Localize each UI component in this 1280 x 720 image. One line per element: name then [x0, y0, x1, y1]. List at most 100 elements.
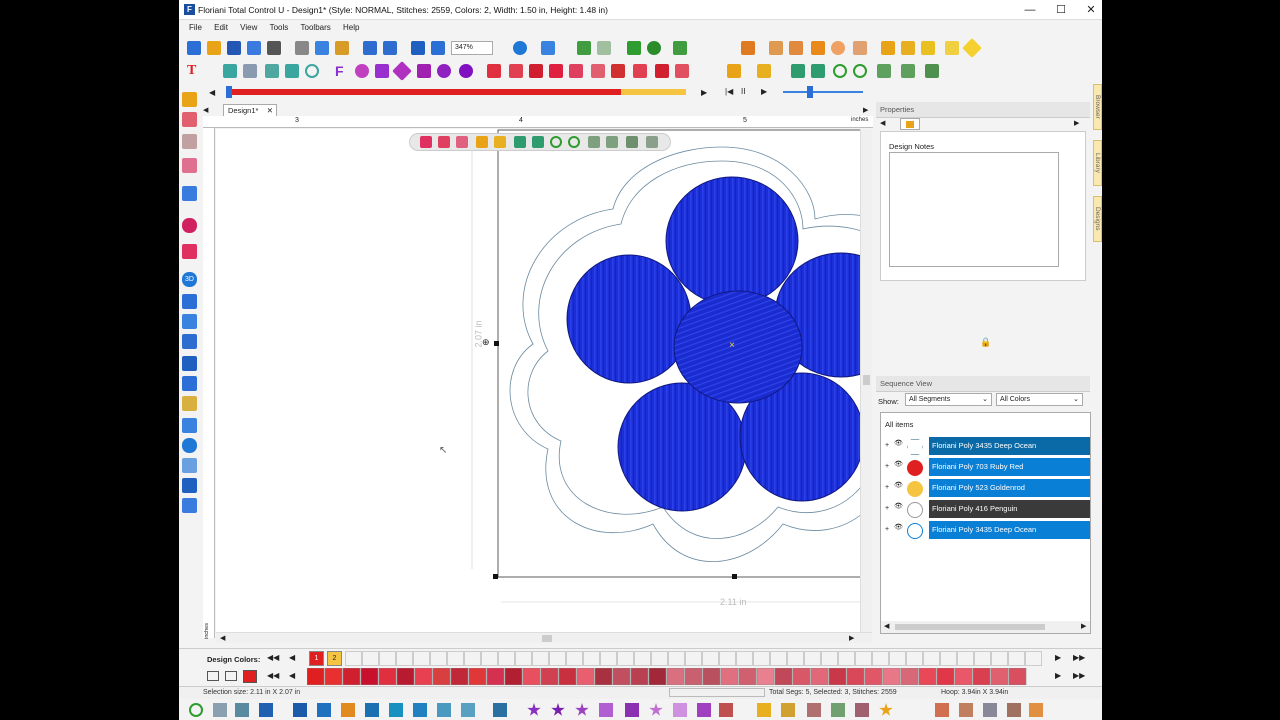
applique-icon[interactable] [881, 41, 895, 55]
view-3d-icon[interactable] [182, 498, 197, 513]
expand-icon[interactable]: + [885, 505, 889, 512]
grid-snap-icon[interactable] [243, 64, 257, 78]
e-stitch-icon[interactable] [437, 703, 451, 717]
palette-icon[interactable] [207, 671, 219, 681]
border-fill-icon[interactable] [959, 703, 973, 717]
maximize-button[interactable]: ☐ [1045, 0, 1077, 20]
rotate-left-icon[interactable] [833, 64, 847, 78]
frame-icon[interactable] [487, 64, 501, 78]
designs-tab[interactable]: Designs [1093, 196, 1102, 242]
bottom-left-handle[interactable] [493, 574, 498, 579]
float-frame-icon[interactable] [420, 136, 432, 148]
view-icon[interactable] [411, 41, 425, 55]
tab-design1[interactable]: Design1* ✕ [223, 104, 277, 116]
float-distribute-icon[interactable] [606, 136, 618, 148]
stitch-edit-icon[interactable] [182, 186, 197, 201]
expand-icon[interactable]: + [885, 442, 889, 449]
float-layer-icon[interactable] [456, 136, 468, 148]
tools-icon[interactable] [789, 41, 803, 55]
redo-icon[interactable] [383, 41, 397, 55]
hoop-tool-icon[interactable] [182, 396, 197, 411]
speed-handle[interactable] [807, 86, 813, 98]
float-center-icon[interactable] [588, 136, 600, 148]
zoom-handle-icon[interactable]: ⊕ [482, 337, 490, 348]
center-icon[interactable] [877, 64, 891, 78]
current-color-swatch[interactable] [243, 670, 257, 683]
eye-icon[interactable]: 👁 [894, 502, 903, 510]
play-back-icon[interactable]: ◀ [209, 88, 215, 97]
save-all-icon[interactable] [247, 41, 261, 55]
stitch-progress-track[interactable] [226, 86, 686, 98]
image-icon[interactable] [182, 314, 197, 329]
lock-icon[interactable]: 🔒 [980, 337, 991, 348]
clipboard-icon[interactable] [182, 356, 197, 371]
grid-icon[interactable] [223, 64, 237, 78]
satin-stitch-icon[interactable] [259, 703, 273, 717]
float-rotate-left-icon[interactable] [550, 136, 562, 148]
frame-fill-icon[interactable] [935, 703, 949, 717]
border-icon[interactable] [509, 64, 523, 78]
fill-icon[interactable] [741, 41, 755, 55]
v-scroll-thumb[interactable] [863, 375, 870, 385]
lace-fill-icon[interactable] [719, 703, 733, 717]
minimize-button[interactable]: — [1014, 0, 1046, 20]
scroll-right-icon[interactable]: ▶ [1081, 622, 1086, 630]
3d-view-icon[interactable]: 3D [182, 272, 197, 287]
mirror-h-icon[interactable] [791, 64, 805, 78]
paste-icon[interactable] [335, 41, 349, 55]
thread-palette[interactable] [306, 667, 1047, 686]
gem-icon[interactable] [392, 61, 412, 81]
fill-stitch-icon[interactable] [493, 703, 507, 717]
expand-icon[interactable]: + [885, 526, 889, 533]
tab-scroll-left-icon[interactable]: ◀ [203, 106, 208, 114]
menu-help[interactable]: Help [343, 23, 359, 32]
hand-tool-icon[interactable] [1029, 703, 1043, 717]
table-icon[interactable] [182, 334, 197, 349]
segments-filter-select[interactable]: All Segments ⌄ [905, 393, 992, 406]
menu-edit[interactable]: Edit [214, 23, 228, 32]
design-notes-field[interactable] [889, 152, 1059, 267]
crop-tool-icon[interactable] [182, 376, 197, 391]
settings-icon[interactable] [431, 41, 445, 55]
float-snap-icon[interactable] [626, 136, 638, 148]
star-gold-icon[interactable] [879, 703, 893, 716]
undo-icon[interactable] [363, 41, 377, 55]
prev-color-icon[interactable]: ◀ [289, 653, 295, 662]
close-button[interactable]: ✕ [1075, 0, 1102, 20]
scroll-right-icon[interactable]: ▶ [849, 634, 854, 642]
float-align-h-icon[interactable] [494, 136, 506, 148]
star-outline-icon[interactable] [649, 703, 663, 716]
star-motif-icon[interactable] [551, 703, 565, 716]
properties-tab[interactable] [900, 118, 920, 130]
expand-icon[interactable]: + [885, 484, 889, 491]
align-h-icon[interactable] [757, 64, 771, 78]
color-wheel-icon[interactable] [355, 64, 369, 78]
floriani-icon[interactable] [513, 41, 527, 55]
column-b-icon[interactable] [317, 703, 331, 717]
triple-stitch-icon[interactable] [235, 703, 249, 717]
group-icon[interactable] [549, 64, 563, 78]
mesh-fill-icon[interactable] [831, 703, 845, 717]
select-arrow-icon[interactable] [182, 92, 197, 107]
eye-icon[interactable]: 👁 [894, 460, 903, 468]
speed-slider[interactable] [783, 86, 863, 98]
palette-next-icon[interactable]: ▶ [1055, 671, 1061, 680]
knife-icon[interactable] [182, 158, 197, 173]
square-icon[interactable] [811, 41, 825, 55]
design-canvas[interactable]: × 2.07 in 2.11 in ⊕ 🔒 ↖ [216, 129, 991, 637]
picture-icon[interactable] [182, 458, 197, 473]
browser-tab[interactable]: Browser [1093, 84, 1102, 130]
globe-icon[interactable] [647, 41, 661, 55]
resize-icon[interactable] [675, 64, 689, 78]
menu-file[interactable]: File [189, 23, 202, 32]
grid-fill-icon[interactable] [983, 703, 997, 717]
sparkle-icon[interactable] [375, 64, 389, 78]
font-icon[interactable]: F [335, 64, 349, 78]
hoop-icon[interactable] [901, 41, 915, 55]
eye-icon[interactable]: 👁 [894, 439, 903, 447]
node-icon[interactable] [182, 134, 197, 149]
horizontal-scrollbar[interactable]: ◀ ▶ [216, 632, 872, 643]
vertical-scrollbar[interactable] [860, 129, 872, 632]
sequence-item[interactable]: + 👁 Floriani Poly 3435 Deep Ocean [881, 521, 1090, 541]
scroll-left-icon[interactable]: ◀ [884, 622, 889, 630]
